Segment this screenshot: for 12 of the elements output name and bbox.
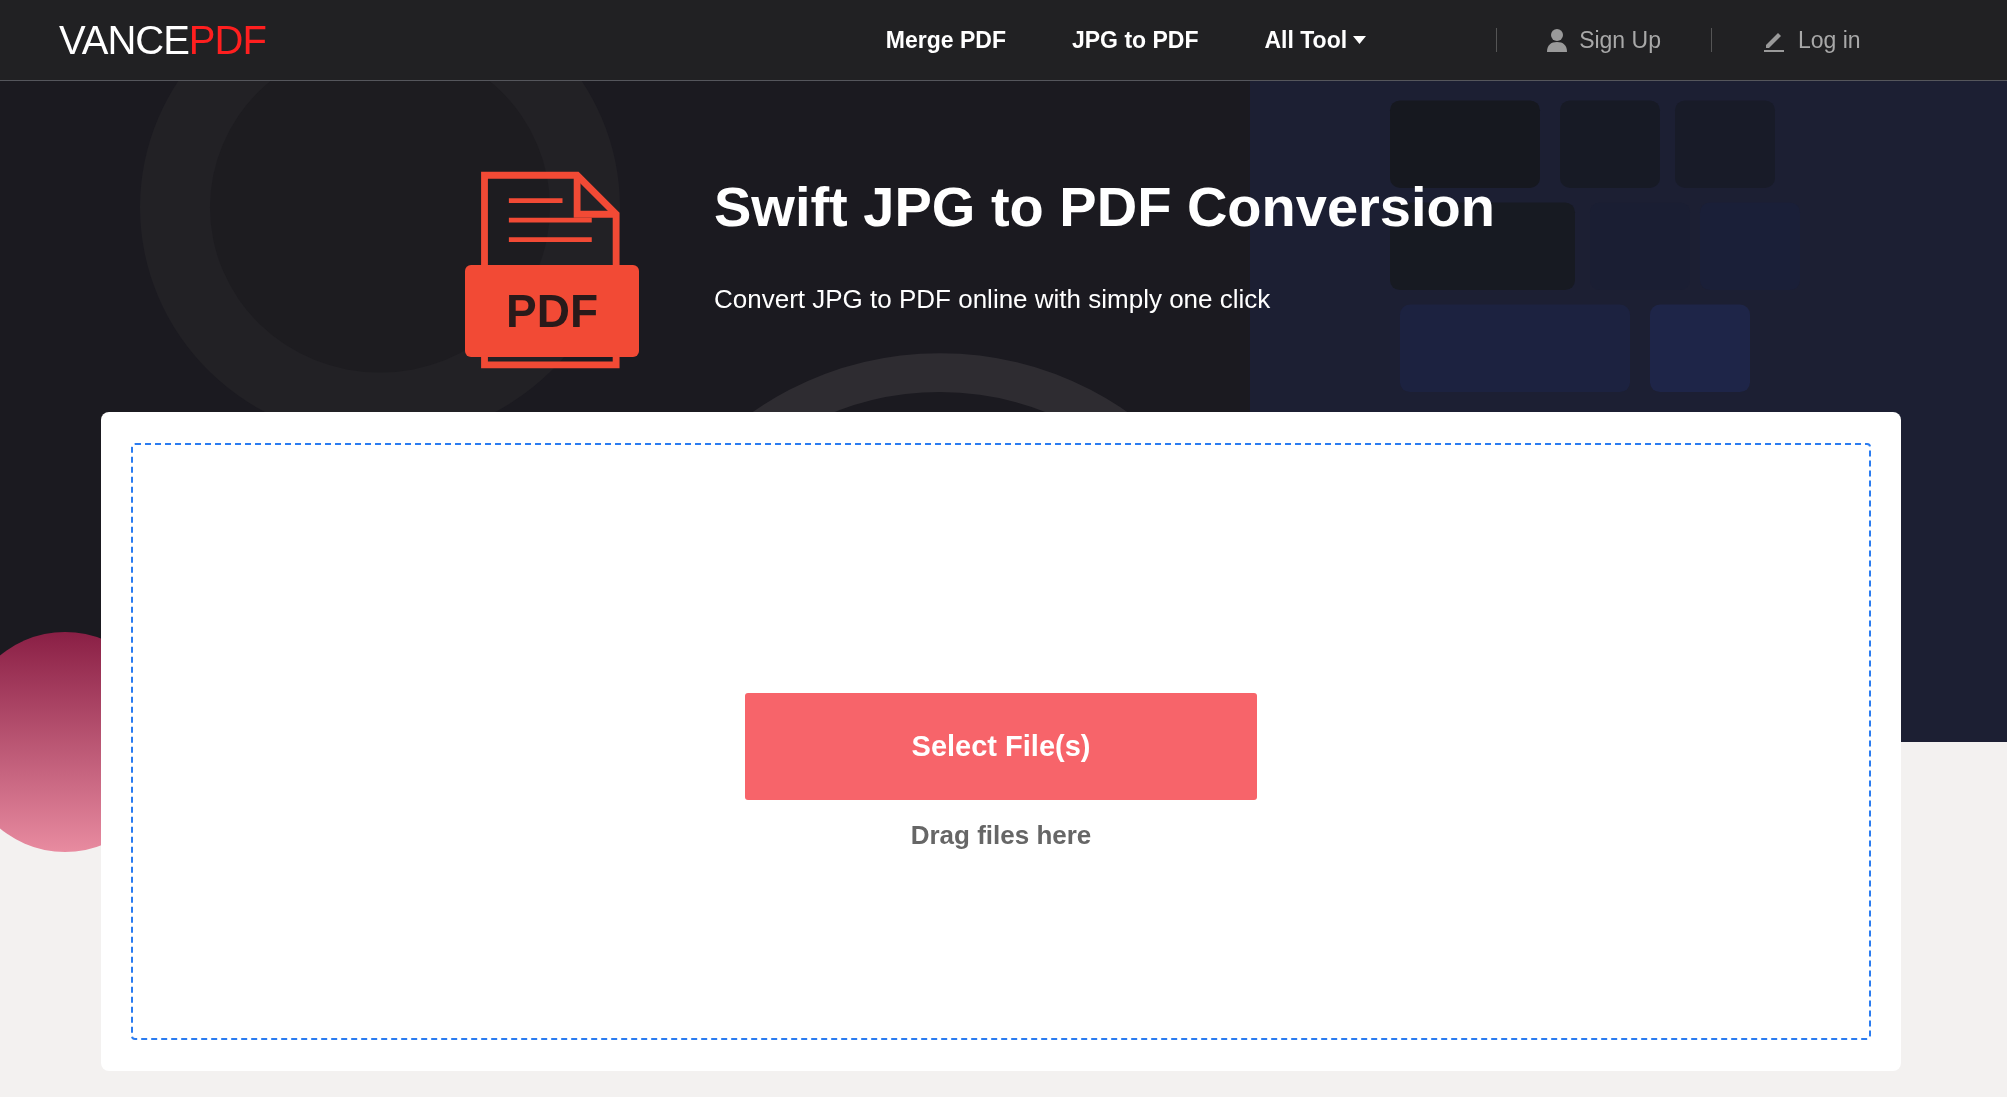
account-link[interactable]: Sign Up xyxy=(1547,26,1661,54)
page-subtitle: Convert JPG to PDF online with simply one click xyxy=(714,283,1272,315)
page-title: Swift JPG to PDF Conversion xyxy=(714,174,1495,240)
drag-hint: Drag files here xyxy=(910,819,1092,851)
drop-zone[interactable]: Select File(s) Drag files here xyxy=(131,443,1871,1040)
logo[interactable]: VANCEPDF xyxy=(59,17,266,63)
nav-link[interactable]: All Tool xyxy=(1264,26,1367,54)
nav-link[interactable]: JPG to PDF xyxy=(1072,26,1199,54)
nav-link[interactable]: Merge PDF xyxy=(885,26,1006,54)
user-icon xyxy=(1547,28,1568,52)
caret-icon xyxy=(1353,36,1367,44)
account-link[interactable]: Log in xyxy=(1761,26,1861,54)
